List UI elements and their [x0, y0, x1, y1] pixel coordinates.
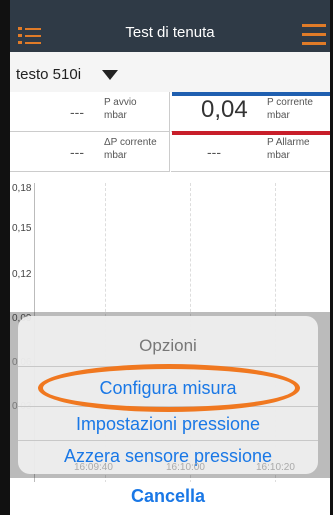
delta-p-label: ΔP corrente	[104, 137, 157, 148]
hamburger-menu-icon[interactable]	[302, 24, 326, 46]
impostazioni-pressione-option[interactable]: Impostazioni pressione	[18, 414, 318, 435]
p-corrente-cell: 0,04 P corrente mbar	[171, 92, 330, 132]
x-tick: 16:10:00	[166, 462, 205, 473]
cancel-label: Cancella	[130, 486, 206, 506]
action-sheet-title: Opzioni	[139, 336, 197, 355]
p-avvio-value: ---	[70, 104, 84, 120]
p-allarme-value: ---	[207, 144, 221, 160]
y-tick: 0,18	[12, 183, 32, 194]
p-allarme-indicator	[172, 131, 330, 135]
app-header: Test di tenuta	[10, 0, 330, 52]
x-tick: 16:10:20	[256, 462, 295, 473]
screen-border-left	[0, 0, 10, 515]
delta-p-cell: --- ΔP corrente mbar	[10, 132, 170, 172]
highlight-ellipse	[38, 364, 300, 412]
action-sheet-overlay: Opzioni Configura misura Impostazioni pr…	[10, 312, 330, 515]
caret-down-icon	[102, 70, 118, 80]
p-corrente-unit: mbar	[267, 110, 290, 121]
p-corrente-value: 0,04	[201, 96, 248, 123]
divider	[18, 440, 318, 441]
y-tick: 0,12	[12, 269, 32, 280]
p-allarme-cell: --- P Allarme mbar	[171, 132, 330, 172]
p-avvio-cell: --- P avvio mbar	[10, 92, 170, 132]
y-tick: 0,15	[12, 223, 32, 234]
device-selector[interactable]: testo 510i	[10, 52, 330, 93]
x-tick: 16:09:40	[74, 462, 113, 473]
device-name: testo 510i	[16, 66, 82, 83]
p-avvio-label: P avvio	[104, 97, 137, 108]
p-avvio-unit: mbar	[104, 110, 127, 121]
p-corrente-label: P corrente	[267, 97, 313, 108]
p-allarme-label: P Allarme	[267, 137, 310, 148]
p-corrente-indicator	[172, 92, 330, 96]
page-title: Test di tenuta	[125, 24, 215, 41]
delta-p-unit: mbar	[104, 150, 127, 161]
p-allarme-unit: mbar	[267, 150, 290, 161]
delta-p-value: ---	[70, 144, 84, 160]
cancel-button[interactable]: Cancella	[18, 482, 318, 512]
